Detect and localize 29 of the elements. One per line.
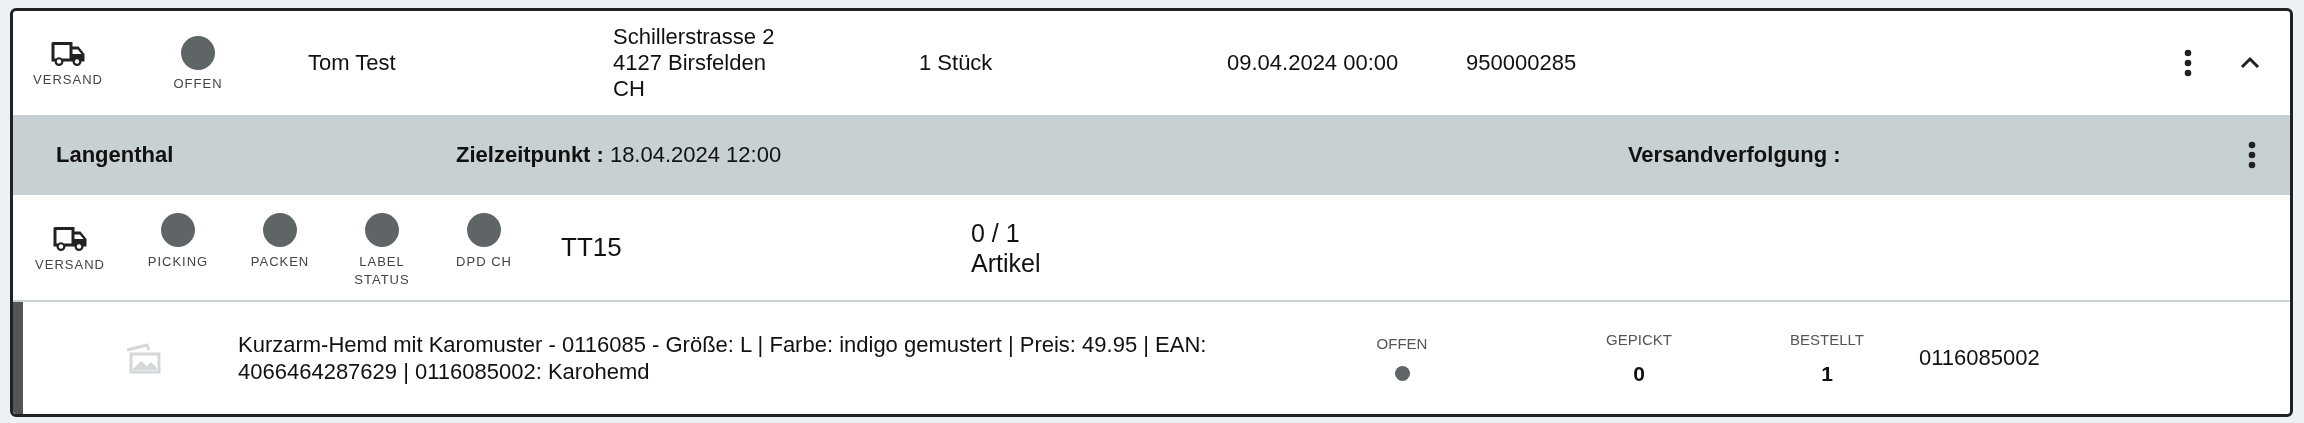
status-label: OFFEN [173, 75, 223, 91]
order-number: 950000285 [1466, 50, 1578, 76]
shipping-label: VERSAND [33, 72, 103, 87]
ordered-count: 1 [1821, 361, 1833, 386]
target-time-label: Zielzeitpunkt : [456, 142, 604, 168]
tracking-label: Versandverfolgung : [1627, 142, 1842, 168]
ordered-label: BESTELLT [1790, 330, 1864, 348]
status-label: PACKEN [250, 252, 310, 271]
address-line: 4127 Birsfelden [613, 50, 767, 76]
article-unit: Artikel [971, 247, 1041, 278]
address-line: Schillerstrasse 2 [613, 24, 776, 50]
address-line: CH [613, 76, 646, 102]
picked-label: GEPICKT [1606, 330, 1672, 348]
picked-count: 0 [1633, 361, 1645, 386]
truck-icon [50, 39, 86, 66]
status-label: LABEL STATUS [353, 252, 411, 289]
target-time: 18.04.2024 12:00 [609, 142, 783, 168]
quantity: 1 Stück [919, 50, 994, 76]
status-label: PICKING [147, 252, 209, 271]
status-label: OFFEN [1376, 335, 1428, 352]
package-code: TT15 [560, 232, 623, 263]
item-description: Kurzarm-Hemd mit Karomuster - 0116085 - Größe: L | Farbe: indigo gemustert | Preis: 49.95 | EAN: 4066464287629 | 0116085002: Karohemd [238, 331, 1208, 385]
article-count: 0 / 1 [971, 217, 1021, 248]
status-label: DPD CH [456, 252, 512, 271]
customer-name: Tom Test [307, 50, 397, 76]
item-sku: 0116085002 [1919, 345, 2040, 371]
order-date: 09.04.2024 00:00 [1227, 50, 1400, 76]
shipping-label: VERSAND [35, 256, 105, 272]
location: Langenthal [55, 142, 175, 168]
